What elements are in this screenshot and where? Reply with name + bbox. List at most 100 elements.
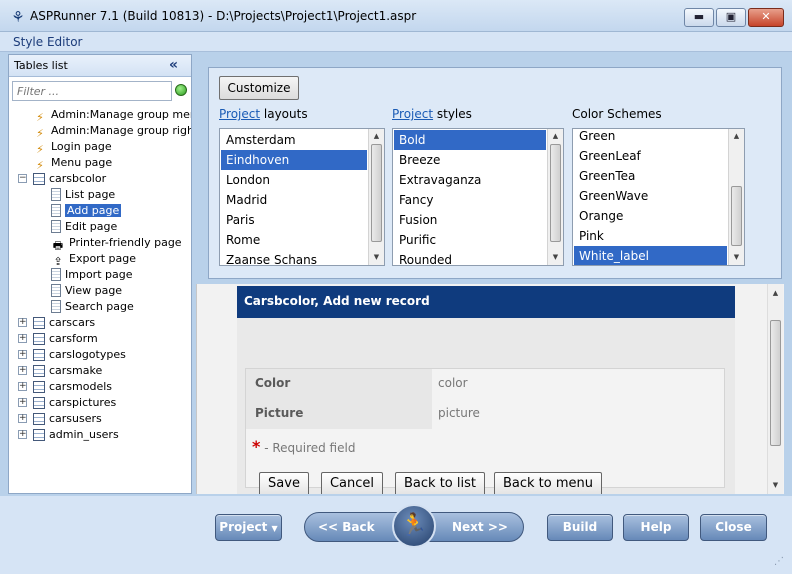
customize-button[interactable]: Customize (219, 76, 299, 100)
tree-item-admin-manage-group-rights[interactable]: ⚡ Admin:Manage group rights (33, 123, 191, 140)
close-window-button[interactable]: ✕ (748, 8, 784, 27)
list-item[interactable]: GreenLeaf (574, 146, 727, 166)
listbox-scrollbar[interactable]: ▲ ▼ (547, 129, 563, 265)
back-to-list-button[interactable]: Back to list (395, 472, 485, 494)
project-layouts-link[interactable]: Project (219, 107, 260, 121)
tree-item-import-page[interactable]: Import page (51, 267, 132, 283)
cancel-button[interactable]: Cancel (321, 472, 383, 494)
tree-item-carsbcolor[interactable]: carsbcolor (33, 171, 106, 187)
tree-item-view-page[interactable]: View page (51, 283, 122, 299)
tree-expander-icon[interactable]: − (18, 174, 27, 183)
tree-item-edit-page[interactable]: Edit page (51, 219, 117, 235)
listbox-scroll-thumb[interactable] (371, 144, 382, 242)
maximize-button[interactable]: ▣ (716, 8, 746, 27)
scroll-down-arrow-icon[interactable]: ▼ (548, 250, 563, 265)
tree-item-export-page[interactable]: ⇪ Export page (51, 251, 136, 268)
table-icon (33, 365, 45, 377)
tree-item-carsmodels[interactable]: carsmodels (33, 379, 112, 395)
project-styles-link[interactable]: Project (392, 107, 433, 121)
listbox-scroll-thumb[interactable] (731, 186, 742, 246)
list-item[interactable]: Rounded (394, 250, 546, 265)
menu-style-editor[interactable]: Style Editor (13, 35, 82, 49)
scroll-up-arrow-icon[interactable]: ▲ (768, 286, 783, 301)
tree-item-carsform[interactable]: carsform (33, 331, 98, 347)
field-value-picture[interactable]: picture (436, 399, 482, 429)
tree-item-printer-friendly-page[interactable]: 🖶 Printer-friendly page (51, 235, 182, 252)
list-item[interactable]: Amsterdam (221, 130, 367, 150)
list-item[interactable]: Zaanse Schans (221, 250, 367, 265)
tree-expander-icon[interactable]: + (18, 318, 27, 327)
tree-item-search-page[interactable]: Search page (51, 299, 134, 315)
list-item[interactable]: Pink (574, 226, 727, 246)
list-item[interactable]: GreenWave (574, 186, 727, 206)
list-item[interactable]: Madrid (221, 190, 367, 210)
tree-item-carscars[interactable]: carscars (33, 315, 95, 331)
scroll-up-arrow-icon[interactable]: ▲ (729, 129, 744, 144)
list-item[interactable]: Extravaganza (394, 170, 546, 190)
scroll-down-arrow-icon[interactable]: ▼ (729, 250, 744, 265)
minimize-button[interactable]: ▬ (684, 8, 714, 27)
tree-item-add-page[interactable]: Add page (51, 203, 122, 219)
list-item[interactable]: Purific (394, 230, 546, 250)
tree-item-carsmake[interactable]: carsmake (33, 363, 102, 379)
list-item[interactable]: Fancy (394, 190, 546, 210)
runner-icon[interactable]: 🏃 (392, 504, 436, 548)
close-button[interactable]: Close (700, 514, 767, 541)
list-item[interactable]: Fusion (394, 210, 546, 230)
listbox-scrollbar[interactable]: ▲ ▼ (728, 129, 744, 265)
tree-expander-icon[interactable]: + (18, 334, 27, 343)
tree-item-carspictures[interactable]: carspictures (33, 395, 116, 411)
tree-item-carsusers[interactable]: carsusers (33, 411, 102, 427)
list-item[interactable]: London (221, 170, 367, 190)
preview-header: Carsbcolor, Add new record (237, 286, 735, 318)
back-button[interactable]: << Back (318, 520, 375, 534)
tree-item-label: admin_users (49, 428, 119, 441)
tables-tree: ⚡Admin:Manage group membe⚡Admin:Manage g… (9, 105, 191, 493)
save-button[interactable]: Save (259, 472, 309, 494)
preview-scroll-thumb[interactable] (770, 320, 781, 446)
color-schemes-listbox[interactable]: Green GreenLeaf GreenTea GreenWave Orange Pin… (572, 128, 745, 266)
help-button[interactable]: Help (623, 514, 689, 541)
scroll-down-arrow-icon[interactable]: ▼ (768, 478, 783, 493)
list-item[interactable]: White_label (574, 246, 727, 265)
list-item[interactable]: Bold (394, 130, 546, 150)
tree-expander-icon[interactable]: + (18, 350, 27, 359)
list-item[interactable]: Rome (221, 230, 367, 250)
tree-item-list-page[interactable]: List page (51, 187, 115, 203)
list-item[interactable]: GreenTea (574, 166, 727, 186)
tree-item-admin-users[interactable]: admin_users (33, 427, 119, 443)
preview-scrollbar[interactable]: ▲ ▼ (767, 284, 783, 494)
listbox-scrollbar[interactable]: ▲ ▼ (368, 129, 384, 265)
list-item[interactable]: Orange (574, 206, 727, 226)
project-menu-button[interactable]: Project ▼ (215, 514, 282, 541)
list-item[interactable]: Eindhoven (221, 150, 367, 170)
search-page-icon (51, 300, 61, 313)
scroll-up-arrow-icon[interactable]: ▲ (369, 129, 384, 144)
status-indicator-icon (175, 84, 187, 96)
tree-expander-icon[interactable]: + (18, 398, 27, 407)
filter-input[interactable] (12, 81, 172, 101)
resize-grip-icon[interactable]: ⋰ (774, 556, 788, 570)
list-item[interactable]: Paris (221, 210, 367, 230)
build-button[interactable]: Build (547, 514, 613, 541)
tree-item-carslogotypes[interactable]: carslogotypes (33, 347, 126, 363)
field-value-color[interactable]: color (436, 369, 470, 399)
list-item[interactable]: Breeze (394, 150, 546, 170)
scroll-up-arrow-icon[interactable]: ▲ (548, 129, 563, 144)
next-button[interactable]: Next >> (452, 520, 508, 534)
tree-item-login-page[interactable]: ⚡ Login page (33, 139, 112, 156)
collapse-panel-icon[interactable]: « (169, 57, 178, 73)
tree-expander-icon[interactable]: + (18, 366, 27, 375)
listbox-scroll-thumb[interactable] (550, 144, 561, 242)
layouts-listbox[interactable]: Amsterdam Eindhoven London Madrid Paris Rome Z… (219, 128, 385, 266)
list-item[interactable]: Green (574, 129, 727, 146)
back-to-menu-button[interactable]: Back to menu (494, 472, 602, 494)
scroll-down-arrow-icon[interactable]: ▼ (369, 250, 384, 265)
tree-item-menu-page[interactable]: ⚡ Menu page (33, 155, 112, 172)
tree-item-admin-manage-group-membe[interactable]: ⚡Admin:Manage group membe (33, 107, 191, 124)
tree-expander-icon[interactable]: + (18, 382, 27, 391)
tree-expander-icon[interactable]: + (18, 414, 27, 423)
styles-listbox[interactable]: Bold Breeze Extravaganza Fancy Fusion Purific… (392, 128, 564, 266)
tree-expander-icon[interactable]: + (18, 430, 27, 439)
table-icon (33, 413, 45, 425)
